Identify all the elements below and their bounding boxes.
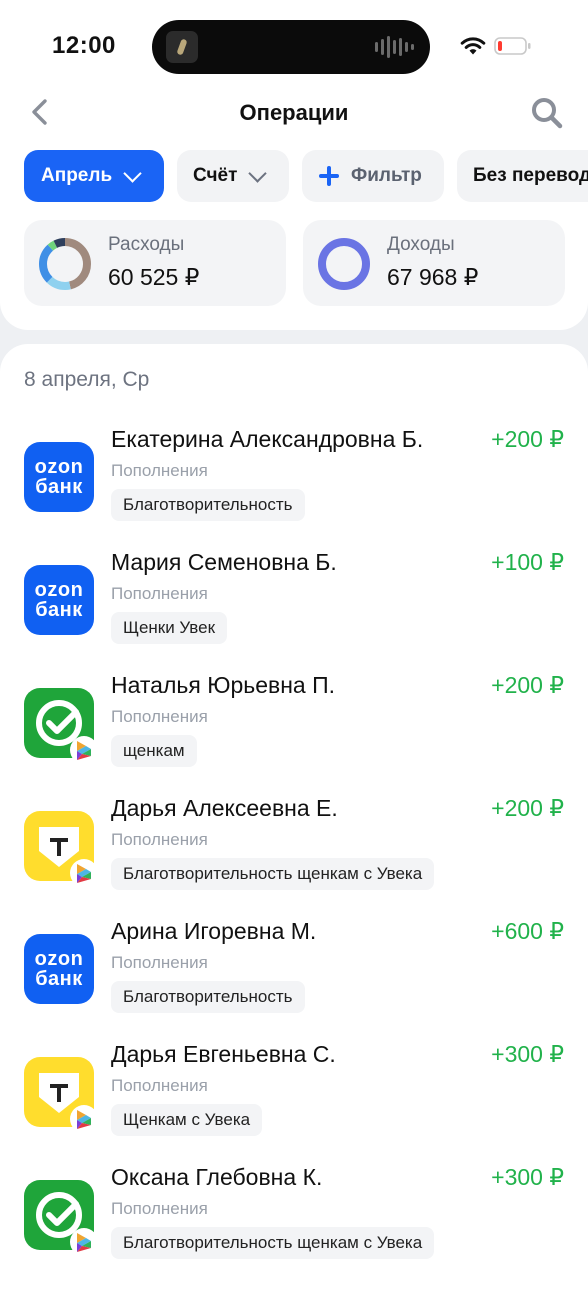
chevron-down-icon [123,163,142,183]
operation-amount: +200 ₽ [491,672,564,698]
expenses-summary-card[interactable]: Расходы 60 525 ₽ [24,220,286,306]
operation-category: Пополнения [111,707,208,726]
operation-row[interactable]: ozon банк Мария Семеновна Б. +100 ₽ Попо… [0,543,588,666]
wifi-icon [460,37,486,55]
operation-amount: +200 ₽ [491,426,564,452]
month-filter-chip[interactable]: Апрель [24,150,164,202]
dynamic-island [152,20,430,74]
month-filter-label: Апрель [41,165,113,186]
expenses-amount: 60 525 ₽ [108,264,200,290]
filter-chip[interactable]: Фильтр [302,150,444,202]
operation-row[interactable]: Оксана Глебовна К. +300 ₽ Пополнения Бла… [0,1158,588,1281]
income-summary-card[interactable]: Доходы 67 968 ₽ [303,220,565,306]
search-icon[interactable] [530,96,564,130]
sbp-icon [70,1228,98,1256]
sbp-icon [70,736,98,764]
operations-list: 8 апреля, Ср ozon банк Екатерина Алексан… [0,344,588,1304]
operation-category: Пополнения [111,830,208,849]
operation-row[interactable]: Дарья Евгеньевна С. +300 ₽ Пополнения Ще… [0,1035,588,1158]
account-filter-label: Счёт [193,165,238,186]
date-group-header: 8 апреля, Ср [24,368,150,391]
operation-amount: +300 ₽ [491,1164,564,1190]
operation-category: Пополнения [111,953,208,972]
sbp-icon [70,1105,98,1133]
battery-icon [494,37,531,55]
audio-wave-icon [375,36,414,58]
operation-category: Пополнения [111,584,208,603]
operation-name: Екатерина Александровна Б. [111,426,424,452]
operation-comment-tag: Благотворительность щенкам с Увека [111,858,435,890]
operation-row[interactable]: Наталья Юрьевна П. +200 ₽ Пополнения щен… [0,666,588,789]
income-amount: 67 968 ₽ [387,264,479,290]
operation-amount: +200 ₽ [491,795,564,821]
operation-name: Дарья Алексеевна Е. [111,795,338,821]
income-label: Доходы [387,234,455,255]
ozon-bank-logo: ozon банк [24,934,94,1004]
income-donut-icon [318,238,370,290]
operation-name: Дарья Евгеньевна С. [111,1041,336,1067]
operation-comment-tag: Благотворительность [111,981,305,1013]
no-transfers-chip[interactable]: Без переводов [457,150,588,202]
page-title: Операции [239,100,349,125]
no-transfers-label: Без переводов [473,165,588,186]
operation-category: Пополнения [111,1199,208,1218]
plus-icon [319,166,339,186]
operation-row[interactable]: ozon банк Арина Игоревна М. +600 ₽ Попол… [0,912,588,1035]
operation-comment-tag: Щенкам с Увека [111,1104,263,1136]
operation-name: Мария Семеновна Б. [111,549,337,575]
ozon-bank-logo: ozon банк [24,565,94,635]
operation-category: Пополнения [111,461,208,480]
operation-name: Оксана Глебовна К. [111,1164,323,1190]
operation-comment-tag: щенкам [111,735,197,767]
operation-amount: +100 ₽ [491,549,564,575]
operation-comment-tag: Благотворительность [111,489,305,521]
now-playing-artwork [166,31,198,63]
operation-name: Арина Игоревна М. [111,918,317,944]
operation-comment-tag: Щенки Увек [111,612,228,644]
ozon-bank-logo: ozon банк [24,442,94,512]
operation-name: Наталья Юрьевна П. [111,672,336,698]
operation-row[interactable]: Дарья Алексеевна Е. +200 ₽ Пополнения Бл… [0,789,588,912]
expenses-donut-icon [39,238,91,290]
status-time: 12:00 [52,32,116,59]
operation-category: Пополнения [111,1076,208,1095]
sbp-icon [70,859,98,887]
expenses-label: Расходы [108,234,185,255]
account-filter-chip[interactable]: Счёт [177,150,289,202]
operation-amount: +300 ₽ [491,1041,564,1067]
operation-amount: +600 ₽ [491,918,564,944]
operation-comment-tag: Благотворительность щенкам с Увека [111,1227,435,1259]
chevron-down-icon [248,163,268,183]
filter-label: Фильтр [351,165,422,186]
top-panel: 12:00 Операции Апрель Счёт Фильтр Без пе… [0,0,588,330]
operation-row[interactable]: ozon банк Екатерина Александровна Б. +20… [0,420,588,543]
